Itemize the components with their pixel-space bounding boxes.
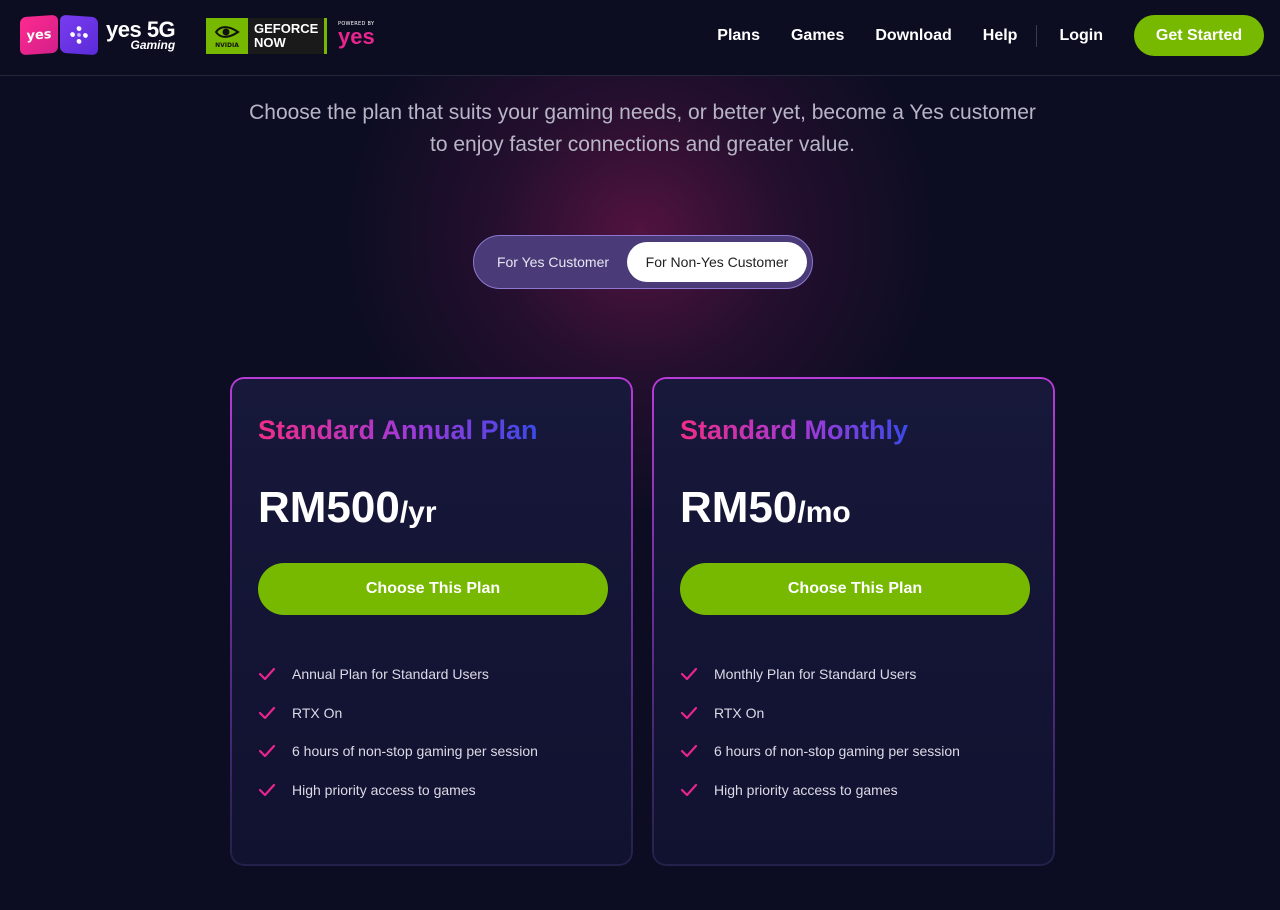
feature-item: Monthly Plan for Standard Users xyxy=(680,655,960,694)
gamepad-icon xyxy=(60,14,98,56)
price-period: /yr xyxy=(399,496,437,529)
check-icon xyxy=(680,668,698,681)
feature-item: 6 hours of non-stop gaming per session xyxy=(258,732,538,771)
feature-item: High priority access to games xyxy=(680,771,960,810)
check-icon xyxy=(258,706,276,719)
feature-item: 6 hours of non-stop gaming per session xyxy=(680,732,960,771)
nav-download[interactable]: Download xyxy=(875,27,951,45)
geforce-now-logo[interactable]: NVIDIA GEFORCE NOW xyxy=(206,18,328,54)
geforce-line2: NOW xyxy=(254,35,286,50)
get-started-button[interactable]: Get Started xyxy=(1134,15,1264,56)
feature-text: RTX On xyxy=(714,704,765,721)
feature-text: High priority access to games xyxy=(292,781,476,798)
customer-type-toggle: For Yes Customer For Non-Yes Customer xyxy=(473,235,813,289)
site-header: yes yes 5G Gaming NVIDIA GEFORCE NOW POW… xyxy=(0,0,1280,76)
plan-card-monthly: Standard Monthly RM50/mo Choose This Pla… xyxy=(652,377,1055,866)
yes-badge-text: yes xyxy=(26,26,52,44)
plan-title: Standard Monthly xyxy=(680,415,908,445)
nvidia-label: NVIDIA xyxy=(215,42,239,49)
nav-divider xyxy=(1036,24,1038,47)
feature-list: Annual Plan for Standard Users RTX On 6 … xyxy=(258,655,538,809)
toggle-yes-customer[interactable]: For Yes Customer xyxy=(479,242,627,282)
powered-by-brand: yes xyxy=(338,24,375,49)
price-amount: RM50 xyxy=(680,483,798,532)
plan-card-annual: Standard Annual Plan RM500/yr Choose Thi… xyxy=(230,377,633,866)
check-icon xyxy=(258,668,276,681)
feature-item: Annual Plan for Standard Users xyxy=(258,655,538,694)
check-icon xyxy=(258,783,276,796)
check-icon xyxy=(680,783,698,796)
feature-text: Annual Plan for Standard Users xyxy=(292,666,489,683)
nav-games[interactable]: Games xyxy=(791,27,844,45)
feature-text: Monthly Plan for Standard Users xyxy=(714,666,917,683)
brand-logo[interactable]: yes yes 5G Gaming xyxy=(20,14,176,56)
feature-text: 6 hours of non-stop gaming per session xyxy=(292,743,538,760)
feature-item: High priority access to games xyxy=(258,771,538,810)
yes-badge: yes xyxy=(20,14,58,56)
check-icon xyxy=(680,745,698,758)
price-amount: RM500 xyxy=(258,483,400,532)
plan-price: RM500/yr xyxy=(258,483,437,533)
nav-plans[interactable]: Plans xyxy=(717,27,760,45)
check-icon xyxy=(258,745,276,758)
feature-item: RTX On xyxy=(258,694,538,733)
plan-price: RM50/mo xyxy=(680,483,851,533)
powered-by-yes: POWERED BY yes xyxy=(338,22,375,48)
check-icon xyxy=(680,706,698,719)
choose-plan-button[interactable]: Choose This Plan xyxy=(680,563,1030,615)
main-nav: Plans Games Download Help Login Get Star… xyxy=(717,15,1264,56)
nav-help[interactable]: Help xyxy=(983,27,1018,45)
geforce-line1: GEFORCE xyxy=(254,21,319,36)
nvidia-eye-icon: NVIDIA xyxy=(206,18,248,54)
price-period: /mo xyxy=(797,496,851,529)
plan-title: Standard Annual Plan xyxy=(258,415,538,445)
feature-text: 6 hours of non-stop gaming per session xyxy=(714,743,960,760)
brand-wordmark: yes 5G Gaming xyxy=(106,19,176,52)
feature-text: RTX On xyxy=(292,704,343,721)
feature-text: High priority access to games xyxy=(714,781,898,798)
login-link[interactable]: Login xyxy=(1059,27,1103,45)
feature-item: RTX On xyxy=(680,694,960,733)
feature-list: Monthly Plan for Standard Users RTX On 6… xyxy=(680,655,960,809)
choose-plan-button[interactable]: Choose This Plan xyxy=(258,563,608,615)
geforce-now-text: GEFORCE NOW xyxy=(248,18,328,54)
toggle-non-yes-customer[interactable]: For Non-Yes Customer xyxy=(627,242,807,282)
intro-text: Choose the plan that suits your gaming n… xyxy=(249,101,1036,156)
